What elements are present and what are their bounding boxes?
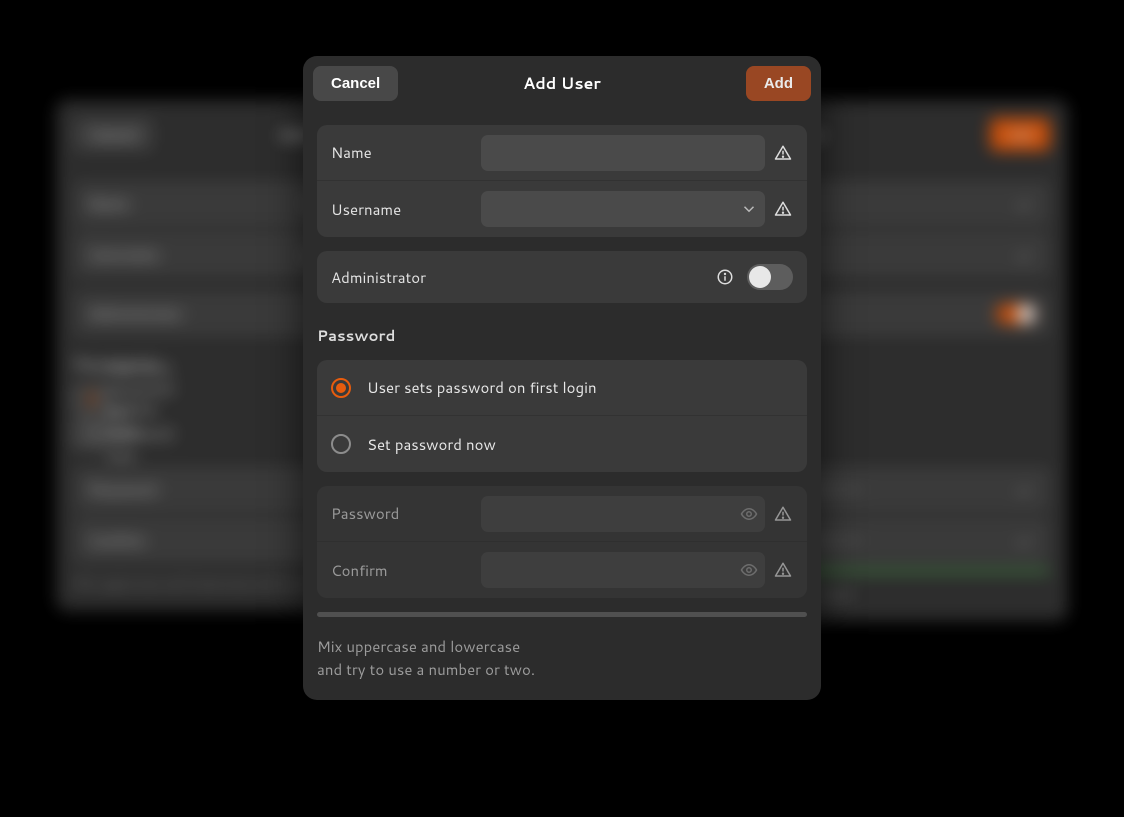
add-user-dialog: Cancel Add User Add Name Username <box>303 56 821 700</box>
radio-label: User sets password on first login <box>367 377 597 398</box>
administrator-group: Administrator <box>317 251 807 303</box>
eye-icon[interactable] <box>739 504 759 524</box>
radio-indicator <box>331 434 351 454</box>
confirm-label: Confirm <box>331 560 481 581</box>
radio-indicator <box>331 378 351 398</box>
chevron-down-icon <box>739 199 759 219</box>
name-label: Name <box>331 142 481 163</box>
warning-icon <box>773 143 793 163</box>
warning-icon <box>773 199 793 219</box>
password-row: Password <box>317 486 807 542</box>
password-input-wrap <box>481 496 765 532</box>
eye-icon[interactable] <box>739 560 759 580</box>
radio-label: Set password now <box>367 434 496 455</box>
password-fields-group: Password Confirm <box>317 486 807 598</box>
identity-group: Name Username <box>317 125 807 237</box>
password-label: Password <box>331 503 481 524</box>
confirm-row: Confirm <box>317 542 807 598</box>
username-row: Username <box>317 181 807 237</box>
password-section-label: Password <box>317 325 807 346</box>
username-label: Username <box>331 199 481 220</box>
add-button[interactable]: Add <box>746 66 811 101</box>
dialog-header: Cancel Add User Add <box>303 56 821 111</box>
cancel-button[interactable]: Cancel <box>313 66 398 101</box>
radio-first-login[interactable]: User sets password on first login <box>317 360 807 416</box>
name-input[interactable] <box>481 135 765 171</box>
confirm-input-wrap <box>481 552 765 588</box>
username-input[interactable] <box>491 201 739 218</box>
confirm-input[interactable] <box>491 562 739 579</box>
password-strength-bar <box>317 612 807 617</box>
name-row: Name <box>317 125 807 181</box>
username-combo[interactable] <box>481 191 765 227</box>
password-input[interactable] <box>491 505 739 522</box>
warning-icon <box>773 504 793 524</box>
radio-set-now[interactable]: Set password now <box>317 416 807 472</box>
administrator-toggle[interactable] <box>747 264 793 290</box>
password-hint-line1: Mix uppercase and lowercase <box>317 635 807 658</box>
password-hint-line2: and try to use a number or two. <box>317 658 807 681</box>
administrator-row: Administrator <box>317 251 807 303</box>
warning-icon <box>773 560 793 580</box>
password-mode-group: User sets password on first login Set pa… <box>317 360 807 472</box>
info-icon[interactable] <box>715 267 735 287</box>
password-hint: Mix uppercase and lowercase and try to u… <box>317 635 807 682</box>
administrator-label: Administrator <box>331 267 715 288</box>
